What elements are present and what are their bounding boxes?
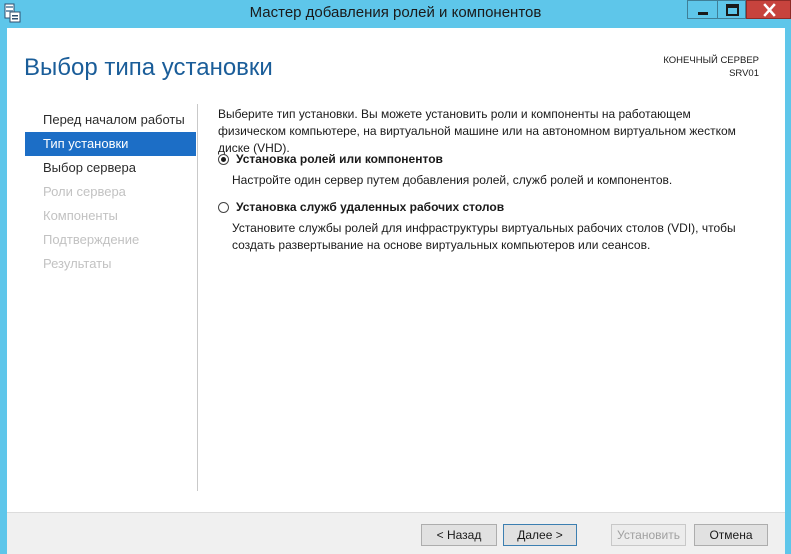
minimize-icon (698, 12, 708, 15)
next-button[interactable]: Далее > (503, 524, 577, 546)
nav-item-features: Компоненты (43, 208, 118, 223)
nav-item-server-selection[interactable]: Выбор сервера (25, 156, 196, 180)
back-button[interactable]: < Назад (421, 524, 497, 546)
radio-remote-desktop[interactable] (218, 202, 229, 213)
option-remote-desktop-description: Установите службы ролей для инфраструкту… (232, 221, 736, 252)
nav-item-before-you-begin[interactable]: Перед началом работы (25, 108, 196, 132)
title-bar[interactable]: Мастер добавления ролей и компонентов (0, 0, 791, 28)
maximize-button[interactable] (717, 0, 746, 19)
nav-item-confirmation: Подтверждение (43, 232, 140, 247)
wizard-body: Выбор типа установки КОНЕЧНЫЙ СЕРВЕР SRV… (7, 28, 785, 554)
cancel-button[interactable]: Отмена (694, 524, 768, 546)
nav-item-installation-type[interactable]: Тип установки (25, 132, 196, 156)
page-title: Выбор типа установки (24, 54, 273, 81)
wizard-steps-nav: Перед началом работы Тип установки Выбор… (25, 108, 196, 276)
target-server-label: КОНЕЧНЫЙ СЕРВЕР (663, 55, 759, 66)
maximize-icon (726, 4, 739, 16)
button-bar: < Назад Далее > Установить Отмена (7, 513, 785, 554)
close-icon (763, 3, 776, 17)
nav-divider (197, 104, 198, 491)
option-role-based-label[interactable]: Установка ролей или компонентов (236, 152, 443, 166)
minimize-button[interactable] (687, 0, 717, 19)
option-role-based-description: Настройте один сервер путем добавления р… (232, 173, 673, 187)
radio-role-based[interactable] (218, 154, 229, 165)
target-server-info: КОНЕЧНЫЙ СЕРВЕР SRV01 (663, 54, 759, 80)
option-remote-desktop-label[interactable]: Установка служб удаленных рабочих столов (236, 200, 504, 214)
nav-item-results: Результаты (43, 256, 112, 271)
window-title: Мастер добавления ролей и компонентов (249, 4, 542, 21)
nav-item-server-roles: Роли сервера (43, 184, 126, 199)
close-button[interactable] (746, 0, 791, 19)
content-panel: Выберите тип установки. Вы можете устано… (218, 106, 758, 252)
target-server-name: SRV01 (729, 68, 759, 79)
install-button: Установить (611, 524, 686, 546)
intro-text: Выберите тип установки. Вы можете устано… (218, 107, 736, 155)
